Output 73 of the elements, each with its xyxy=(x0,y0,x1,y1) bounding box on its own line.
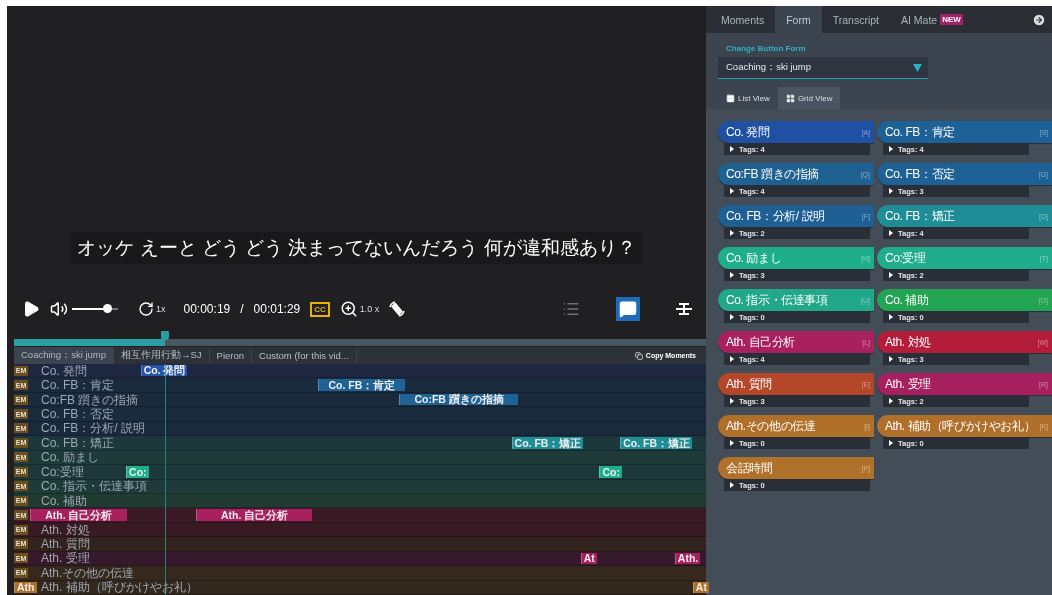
expand-icon xyxy=(889,146,893,152)
row-label: Ath.その他の伝達 xyxy=(41,566,135,579)
form-select[interactable]: Coaching：ski jump xyxy=(718,57,928,79)
view-tab[interactable]: Grid View xyxy=(777,87,841,109)
row-label: Co. 励まし xyxy=(41,451,99,464)
replay-icon[interactable] xyxy=(138,301,154,317)
expand-icon xyxy=(730,188,734,194)
row-label: Co. 補助 xyxy=(41,494,87,507)
moment-segment[interactable]: Ath. 自己分析 xyxy=(29,509,127,521)
expand-icon xyxy=(730,440,734,446)
expand-icon xyxy=(730,230,734,236)
row-label: Co:FB 躓きの指摘 xyxy=(41,393,139,406)
row-label: Ath. 質問 xyxy=(41,537,90,550)
dropdown-icon xyxy=(913,63,922,72)
expand-icon xyxy=(889,440,893,446)
expand-icon xyxy=(730,356,734,362)
comment-toggle[interactable] xyxy=(616,297,640,321)
row-label: Co. FB：否定 xyxy=(41,408,115,421)
expand-icon xyxy=(730,314,734,320)
expand-icon xyxy=(889,398,893,404)
expand-icon xyxy=(730,272,734,278)
new-badge: NEW xyxy=(940,14,963,25)
moment-segment[interactable]: Ath. xyxy=(674,552,701,565)
moment-segment[interactable]: At xyxy=(692,581,709,593)
play-icon[interactable] xyxy=(22,300,40,318)
copy-icon xyxy=(634,351,643,360)
expand-icon xyxy=(889,356,893,362)
panel-tab[interactable]: Form xyxy=(775,6,822,33)
progress-track[interactable] xyxy=(14,339,706,346)
zoom-in-icon[interactable] xyxy=(339,300,358,318)
row-label: Co. FB：分析/ 説明 xyxy=(41,422,145,435)
current-time: 00:00:19 xyxy=(183,302,231,316)
row-label: Co:受理 xyxy=(41,465,84,478)
view-tab[interactable]: List View xyxy=(718,87,778,109)
playhead-handle[interactable] xyxy=(160,331,169,340)
row-label: Ath. 受理 xyxy=(41,552,90,565)
row-label: Co. FB：肯定 xyxy=(41,379,115,392)
forward-icon[interactable] xyxy=(1032,12,1046,27)
list-view-icon[interactable] xyxy=(562,300,580,318)
expand-icon xyxy=(730,482,734,488)
expand-icon xyxy=(889,272,893,278)
panel-tab[interactable]: AI Mate NEW xyxy=(890,6,974,33)
rows-icon xyxy=(726,93,735,103)
moment-segment[interactable]: Ath. 自己分析 xyxy=(196,509,313,521)
volume-icon[interactable] xyxy=(50,300,68,318)
row-label: Co. 発問 xyxy=(41,364,87,377)
row-label: Co. 指示・伝達事項 xyxy=(41,480,147,493)
row-label: Ath. 対処 xyxy=(41,523,90,536)
time-separator: / xyxy=(240,302,244,316)
row-label: Co. FB：矯正 xyxy=(41,436,115,449)
panel-tab[interactable]: Moments xyxy=(710,6,776,33)
moment-segment[interactable]: Co. FB：矯正 xyxy=(620,437,692,449)
moment-segment[interactable]: Co. FB：矯正 xyxy=(511,437,584,449)
expand-icon xyxy=(730,146,734,152)
grid-icon xyxy=(785,93,795,103)
expand-icon xyxy=(730,398,734,404)
duration: 00:01:29 xyxy=(253,302,301,316)
expand-icon xyxy=(889,314,893,320)
zoom-label: 1.0 x xyxy=(359,304,380,314)
timeline-tab[interactable]: Coaching：ski jump xyxy=(14,347,114,364)
moment-segment[interactable]: Co. 発問 xyxy=(140,365,188,377)
captions-button[interactable]: CC xyxy=(310,301,330,317)
speed-label: 1x xyxy=(156,304,166,314)
form-label: Change Button Form xyxy=(725,43,807,53)
moment-segment[interactable]: Co:FB 躓きの指摘 xyxy=(399,393,518,406)
expand-icon xyxy=(889,230,893,236)
subtitle: オッケ えーと どう どう 決まってないんだろう 何が違和感あり？ xyxy=(71,232,642,264)
panel-tab[interactable]: Transcript xyxy=(821,6,890,33)
align-icon[interactable] xyxy=(676,301,692,317)
moment-segment[interactable]: Co. FB：肯定 xyxy=(317,379,405,391)
moment-segment[interactable]: Ath xyxy=(14,581,37,593)
moment-segment[interactable]: At xyxy=(580,552,597,565)
expand-icon xyxy=(889,188,893,194)
